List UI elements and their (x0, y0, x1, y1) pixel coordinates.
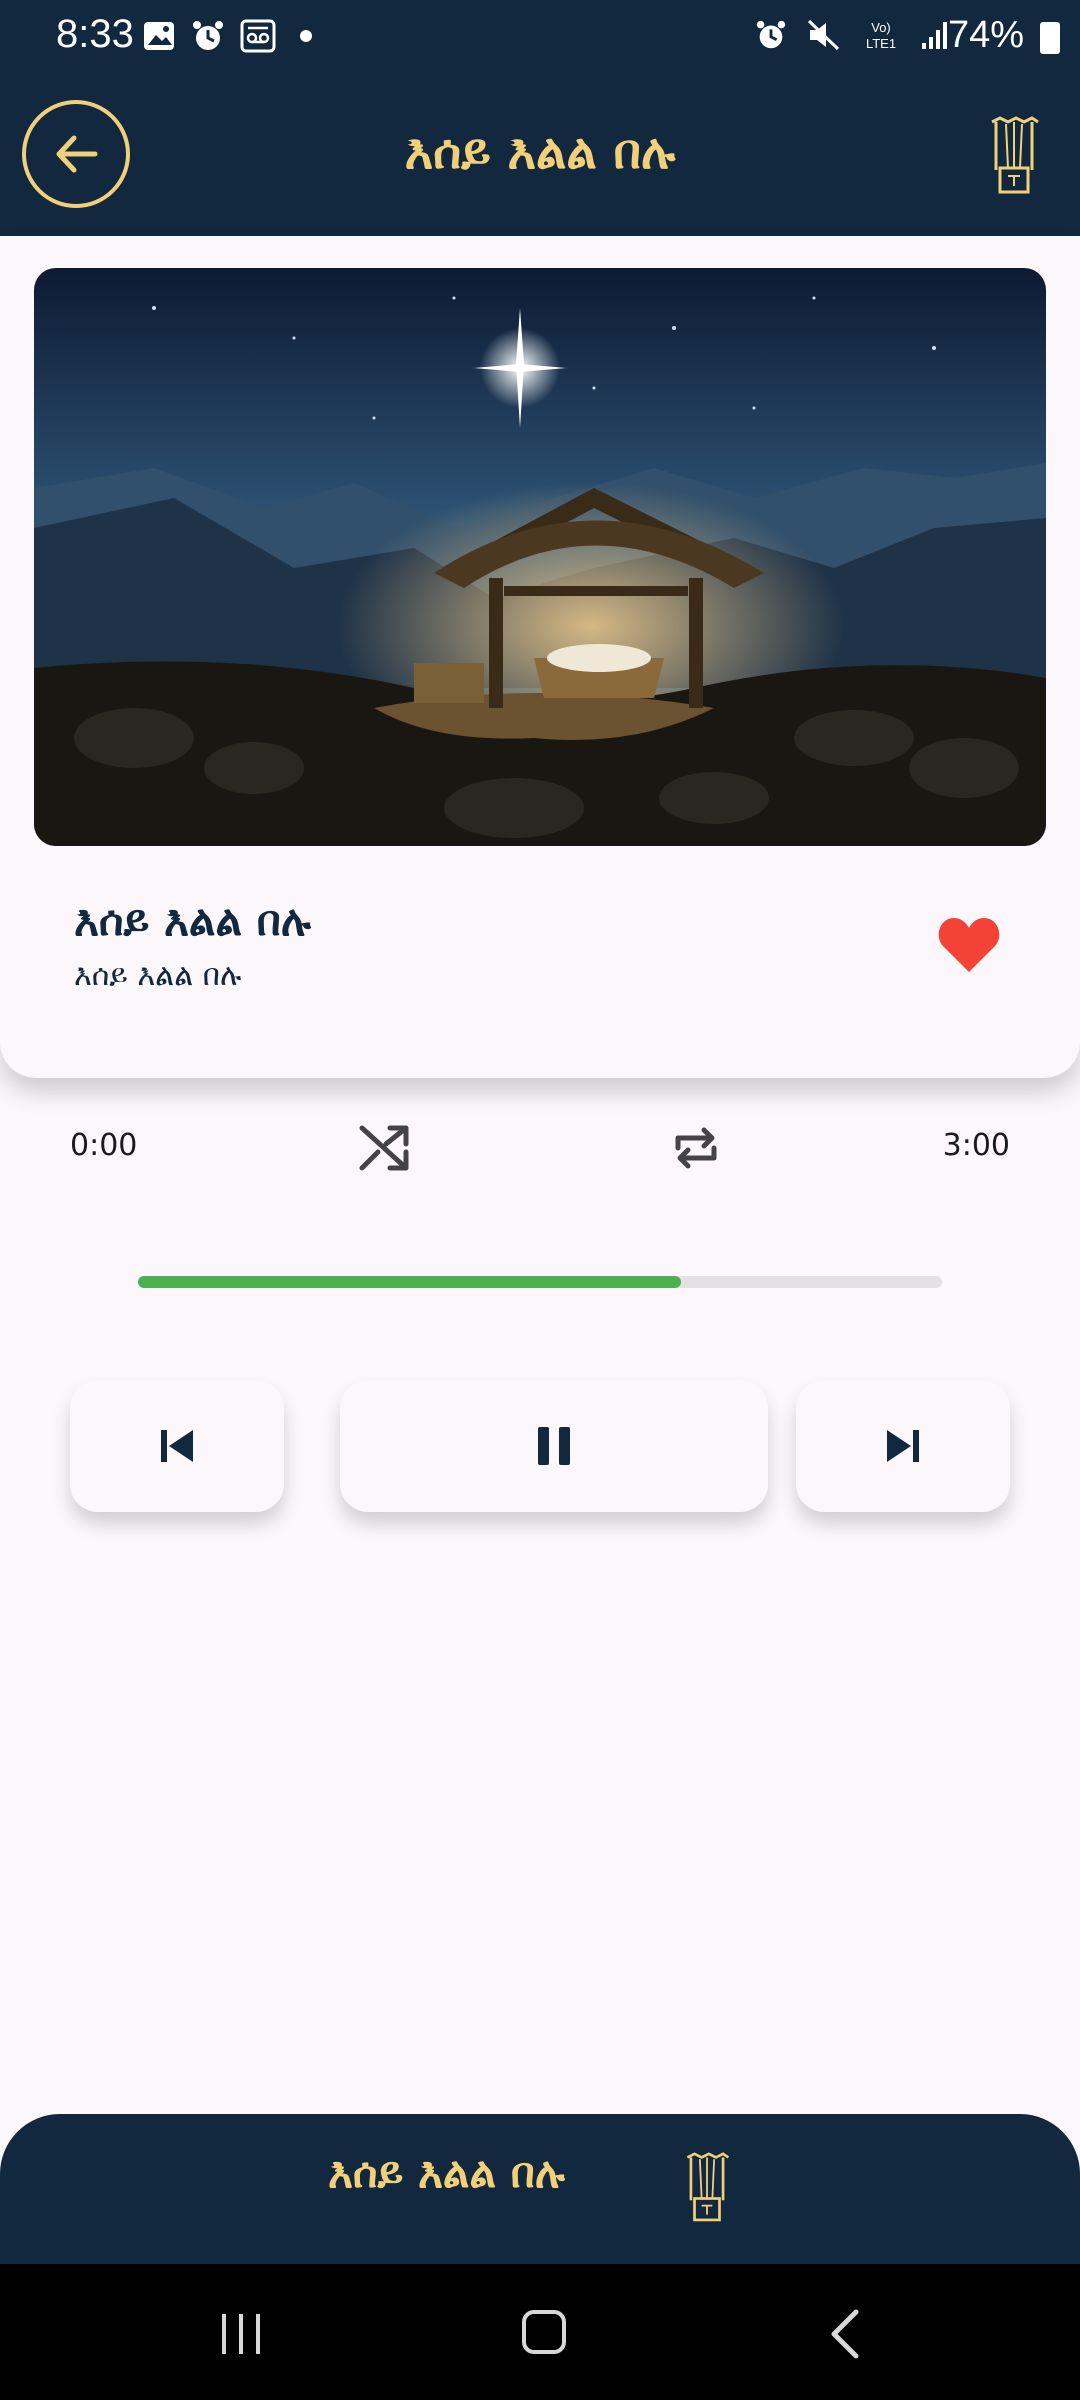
system-navigation-bar (0, 2264, 1080, 2400)
back-nav-icon[interactable] (826, 2308, 866, 2360)
gallery-icon (144, 22, 174, 50)
total-time: 3:00 (942, 1128, 1010, 1163)
alarm-icon (193, 21, 223, 50)
mute-icon (807, 19, 840, 51)
next-button[interactable] (796, 1380, 1010, 1512)
page-title: እሰይ እልል በሉ (404, 124, 676, 180)
notification-dot (300, 30, 312, 42)
pause-icon (538, 1427, 570, 1465)
shuffle-icon[interactable] (356, 1120, 412, 1176)
favorite-heart-icon[interactable] (938, 916, 1000, 974)
alarm-icon (756, 20, 786, 49)
harp-icon (686, 2152, 730, 2222)
pause-button[interactable] (340, 1380, 768, 1512)
previous-button[interactable] (70, 1380, 284, 1512)
progress-fill (138, 1276, 681, 1288)
nativity-artwork-image (34, 268, 1046, 846)
status-left-icons (142, 18, 312, 54)
signal-icon (922, 22, 947, 49)
skip-previous-icon (161, 1430, 193, 1462)
song-subtitle: እሰይ እልል በሉ (74, 958, 242, 993)
status-time: 8:33 (56, 12, 134, 56)
network-label-bottom: LTE1 (866, 36, 896, 51)
song-title: እሰይ እልል በሉ (74, 896, 311, 945)
network-label-top: Vo) (871, 20, 891, 35)
current-time: 0:00 (70, 1128, 138, 1163)
repeat-icon[interactable] (668, 1120, 724, 1176)
battery-icon (1040, 22, 1060, 54)
voicemail-icon (240, 19, 276, 53)
album-artwork (34, 268, 1046, 846)
progress-bar[interactable] (138, 1276, 942, 1288)
mini-player-title: እሰይ እልል በሉ (328, 2148, 565, 2197)
status-bar: 8:33 Vo) LTE1 74% (0, 0, 1080, 76)
status-right-icons: Vo) LTE1 (754, 18, 950, 52)
lte-icon: Vo) LTE1 (866, 20, 896, 51)
mini-player[interactable]: እሰይ እልል በሉ (0, 2114, 1080, 2264)
harp-icon (991, 116, 1039, 194)
app-header: 8:33 Vo) LTE1 74% እሰይ እልል በሉ (0, 0, 1080, 236)
home-icon[interactable] (522, 2310, 566, 2354)
recent-apps-icon[interactable] (218, 2312, 264, 2356)
battery-percentage: 74% (947, 14, 1024, 56)
skip-next-icon (887, 1430, 919, 1462)
